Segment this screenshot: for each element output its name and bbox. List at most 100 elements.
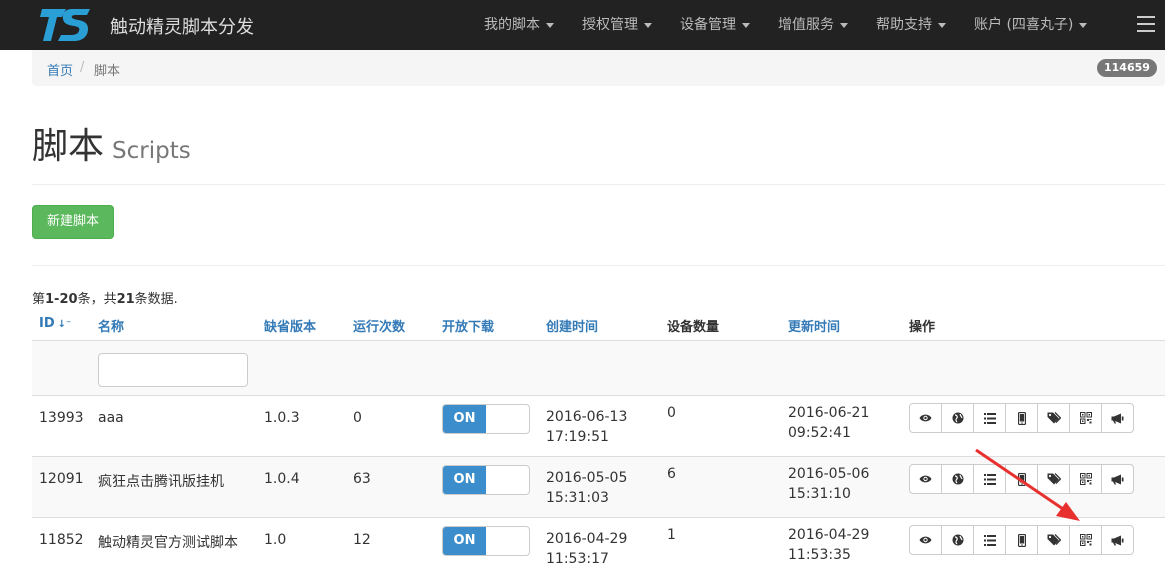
view-eye-button[interactable] bbox=[909, 464, 942, 494]
view-eye-icon bbox=[919, 474, 932, 484]
summary-range: 1-20 bbox=[45, 292, 78, 307]
tags-button[interactable] bbox=[1037, 403, 1070, 433]
column-header-name[interactable]: 名称 bbox=[98, 316, 124, 335]
mobile-phone-button[interactable] bbox=[1005, 525, 1038, 555]
nav-label: 授权管理 bbox=[582, 17, 638, 33]
globe-button[interactable] bbox=[941, 525, 974, 555]
new-script-button[interactable]: 新建脚本 bbox=[32, 205, 114, 239]
download-toggle[interactable]: ON bbox=[442, 404, 530, 434]
mobile-phone-icon bbox=[1017, 533, 1026, 547]
cell-runs: 12 bbox=[353, 532, 371, 548]
column-header-runs[interactable]: 运行次数 bbox=[353, 316, 405, 335]
cell-devices: 6 bbox=[667, 466, 676, 482]
cell-version: 1.0.4 bbox=[264, 471, 300, 487]
tags-button[interactable] bbox=[1037, 464, 1070, 494]
nav-help-support[interactable]: 帮助支持 bbox=[862, 0, 960, 50]
nav-label: 帮助支持 bbox=[876, 17, 932, 33]
cell-runs: 63 bbox=[353, 471, 371, 487]
globe-button[interactable] bbox=[941, 403, 974, 433]
caret-down-icon bbox=[742, 22, 750, 28]
nav-label: 我的脚本 bbox=[484, 17, 540, 33]
ts-logo[interactable] bbox=[40, 6, 92, 44]
cell-created: 2016-06-13 17:19:51 bbox=[546, 407, 627, 447]
cell-id: 12091 bbox=[39, 471, 84, 487]
tags-icon bbox=[1047, 473, 1061, 485]
nav-account[interactable]: 账户 (四喜丸子) bbox=[960, 0, 1101, 50]
header-label: ID bbox=[39, 316, 55, 331]
list-button[interactable] bbox=[973, 525, 1006, 555]
cell-name: 触动精灵官方测试脚本 bbox=[98, 535, 238, 551]
qrcode-button[interactable] bbox=[1069, 403, 1102, 433]
bullhorn-button[interactable] bbox=[1101, 403, 1134, 433]
nav-label: 账户 (四喜丸子) bbox=[974, 17, 1074, 33]
updated-time: 11:53:35 bbox=[788, 547, 851, 563]
mobile-phone-icon bbox=[1017, 472, 1026, 486]
nav-label: 增值服务 bbox=[778, 17, 834, 33]
divider bbox=[32, 265, 1165, 266]
updated-time: 15:31:10 bbox=[788, 486, 851, 502]
mobile-phone-button[interactable] bbox=[1005, 464, 1038, 494]
column-header-updated[interactable]: 更新时间 bbox=[788, 316, 840, 335]
created-date: 2016-06-13 bbox=[546, 409, 628, 425]
column-header-version[interactable]: 缺省版本 bbox=[264, 316, 316, 335]
summary-total: 21 bbox=[116, 292, 135, 307]
cell-updated: 2016-05-06 15:31:10 bbox=[788, 464, 869, 504]
cell-version: 1.0.3 bbox=[264, 410, 300, 426]
created-time: 17:19:51 bbox=[546, 429, 609, 445]
created-date: 2016-04-29 bbox=[546, 531, 628, 547]
column-header-id[interactable]: ID ↓⁻ bbox=[39, 316, 71, 331]
globe-button[interactable] bbox=[941, 464, 974, 494]
download-toggle[interactable]: ON bbox=[442, 465, 530, 495]
bullhorn-button[interactable] bbox=[1101, 525, 1134, 555]
nav-menu: 我的脚本 授权管理 设备管理 增值服务 帮助支持 账户 (四喜丸子) bbox=[470, 0, 1101, 50]
name-filter-input[interactable] bbox=[98, 353, 248, 387]
cell-version: 1.0 bbox=[264, 532, 287, 548]
summary-suffix: 条数据. bbox=[134, 292, 178, 307]
tags-icon bbox=[1047, 534, 1061, 546]
cell-updated: 2016-04-29 11:53:35 bbox=[788, 525, 869, 565]
view-eye-button[interactable] bbox=[909, 403, 942, 433]
list-button[interactable] bbox=[973, 403, 1006, 433]
qrcode-button[interactable] bbox=[1069, 464, 1102, 494]
caret-down-icon bbox=[546, 22, 554, 28]
breadcrumb: 首页 / 脚本 114659 bbox=[32, 50, 1165, 86]
hamburger-menu-icon[interactable] bbox=[1137, 16, 1155, 32]
view-eye-button[interactable] bbox=[909, 525, 942, 555]
cell-name: aaa bbox=[98, 410, 124, 426]
view-eye-icon bbox=[919, 535, 932, 545]
tags-icon bbox=[1047, 412, 1061, 424]
brand-name[interactable]: 触动精灵脚本分发 bbox=[110, 13, 254, 39]
list-button[interactable] bbox=[973, 464, 1006, 494]
nav-my-scripts[interactable]: 我的脚本 bbox=[470, 0, 568, 50]
view-eye-icon bbox=[919, 413, 932, 423]
download-toggle[interactable]: ON bbox=[442, 526, 530, 556]
summary-prefix: 第 bbox=[32, 292, 46, 307]
row-actions bbox=[909, 525, 1134, 555]
updated-date: 2016-06-21 bbox=[788, 405, 870, 421]
created-date: 2016-05-05 bbox=[546, 470, 628, 486]
list-icon bbox=[983, 473, 996, 485]
qrcode-button[interactable] bbox=[1069, 525, 1102, 555]
cell-runs: 0 bbox=[353, 410, 362, 426]
tags-button[interactable] bbox=[1037, 525, 1070, 555]
cell-id: 11852 bbox=[39, 532, 84, 548]
breadcrumb-home-link[interactable]: 首页 bbox=[47, 60, 73, 79]
caret-down-icon bbox=[840, 22, 848, 28]
nav-device-management[interactable]: 设备管理 bbox=[666, 0, 764, 50]
globe-icon bbox=[952, 473, 964, 485]
cell-created: 2016-04-29 11:53:17 bbox=[546, 529, 627, 569]
nav-license-management[interactable]: 授权管理 bbox=[568, 0, 666, 50]
results-summary: 第1-20条，共21条数据. bbox=[32, 288, 178, 307]
nav-value-added-services[interactable]: 增值服务 bbox=[764, 0, 862, 50]
row-actions bbox=[909, 464, 1134, 494]
column-header-download[interactable]: 开放下载 bbox=[442, 316, 494, 335]
bullhorn-button[interactable] bbox=[1101, 464, 1134, 494]
mobile-phone-button[interactable] bbox=[1005, 403, 1038, 433]
row-actions bbox=[909, 403, 1134, 433]
sort-descending-icon: ↓⁻ bbox=[57, 319, 72, 330]
column-header-created[interactable]: 创建时间 bbox=[546, 316, 598, 335]
divider bbox=[32, 184, 1165, 185]
created-time: 11:53:17 bbox=[546, 551, 609, 567]
bullhorn-icon bbox=[1111, 535, 1124, 546]
breadcrumb-separator: / bbox=[80, 60, 85, 75]
